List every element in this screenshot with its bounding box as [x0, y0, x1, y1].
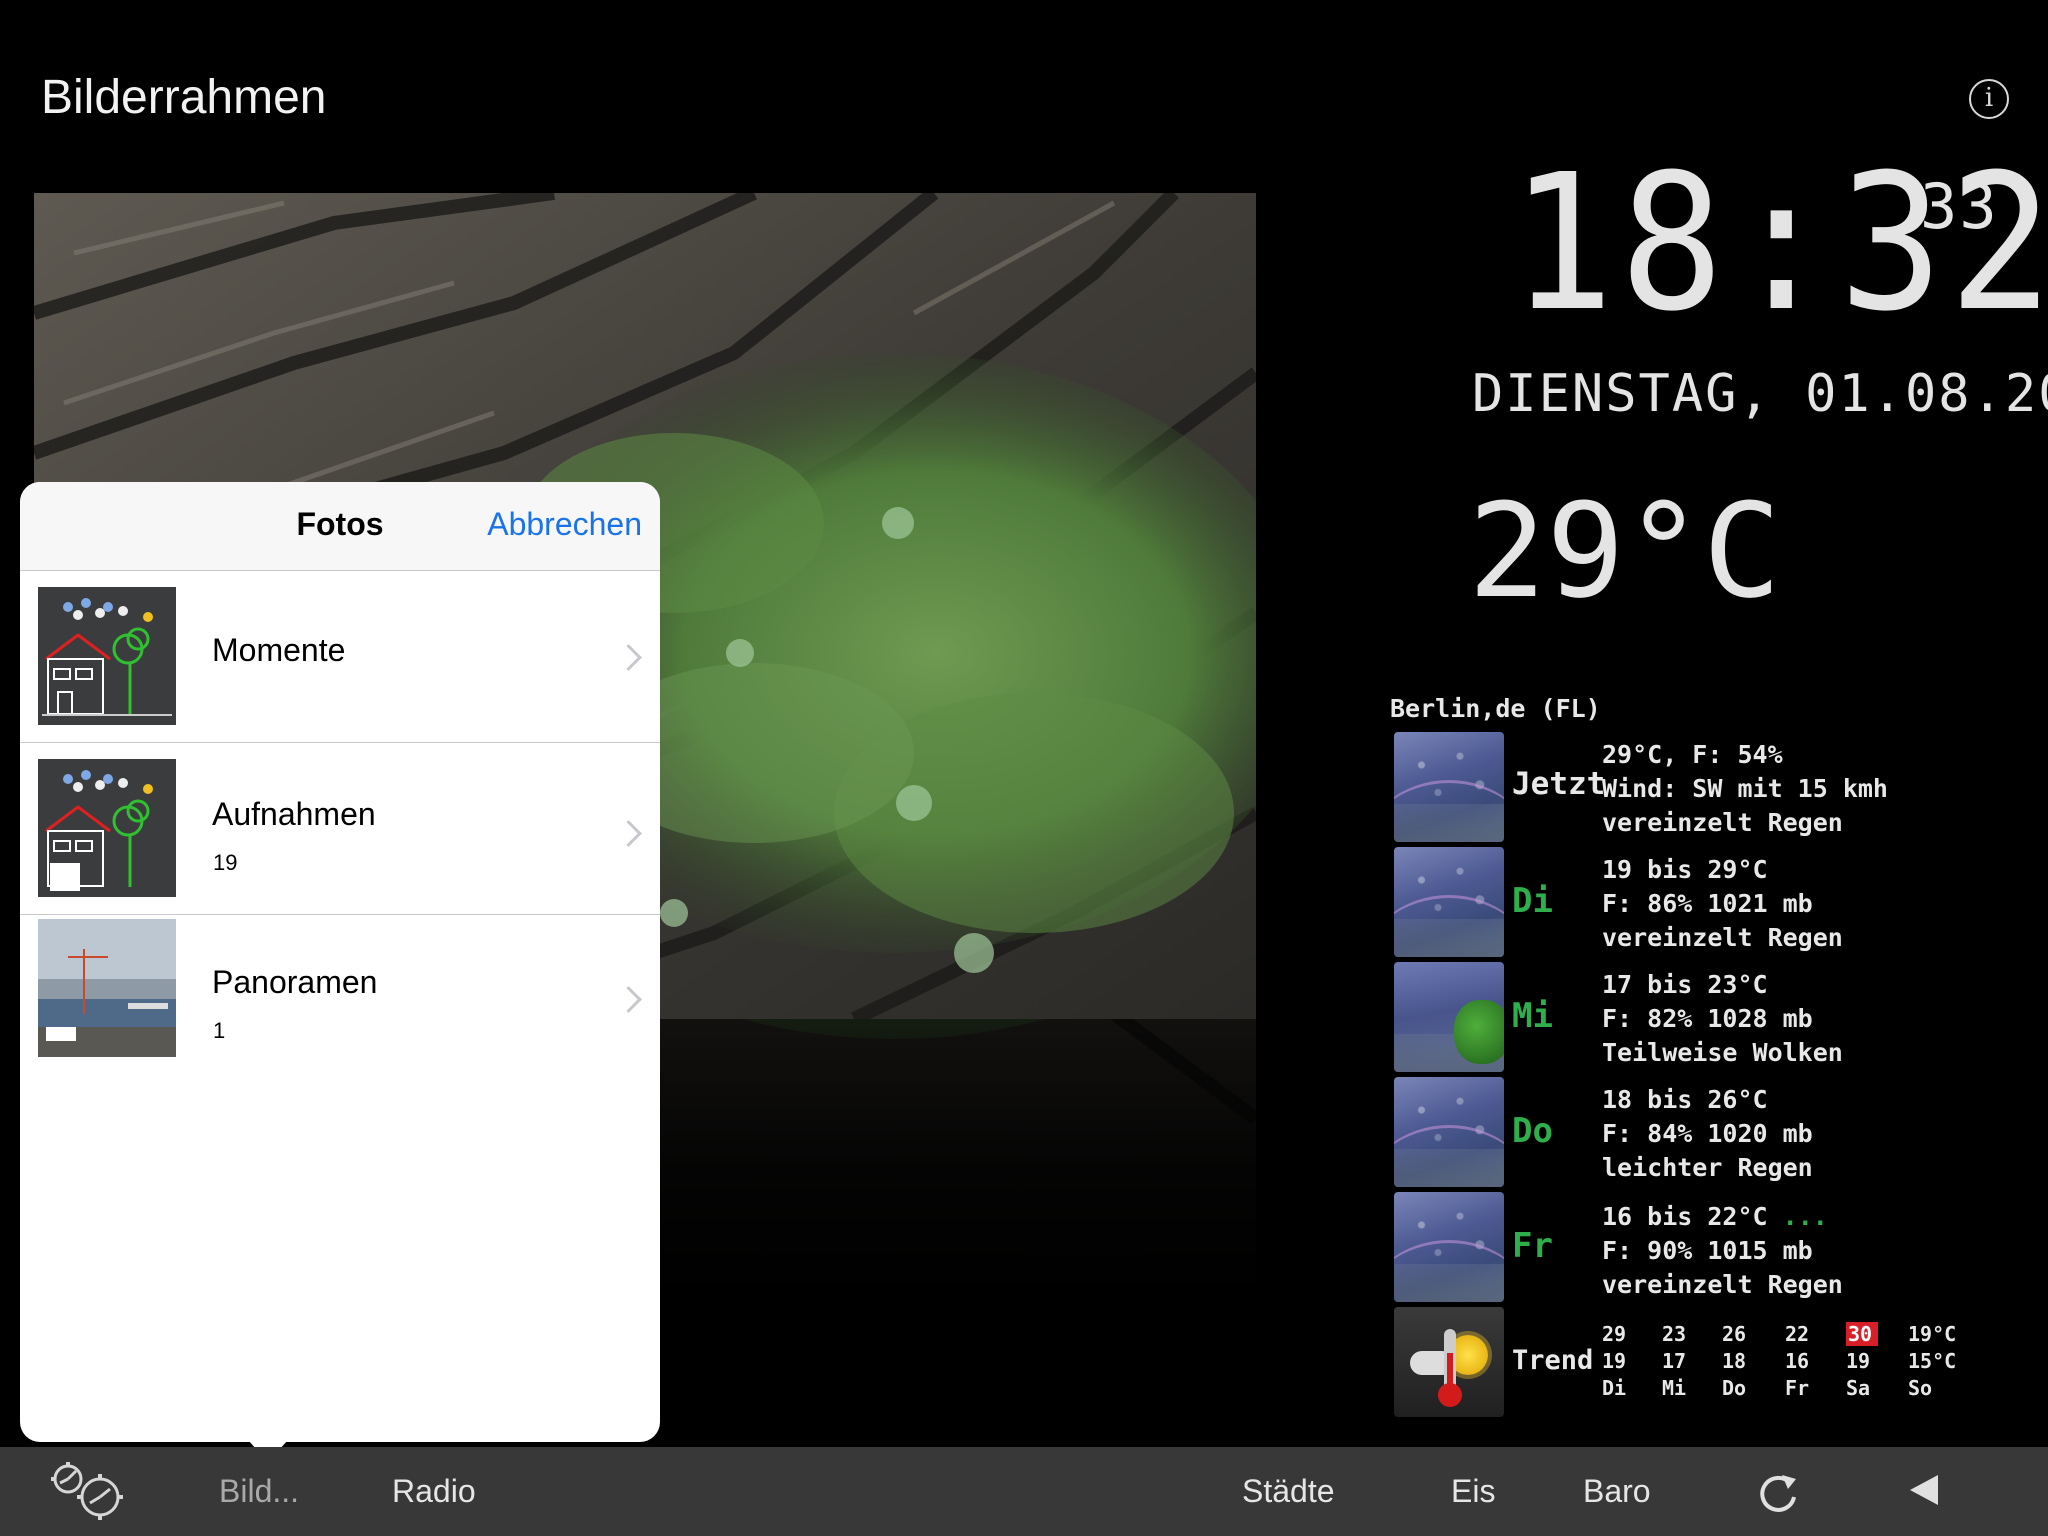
rain-icon — [1394, 847, 1504, 957]
weather-row-day: Di 19 bis 29°C F: 86% 1021 mb vereinzelt R… — [1394, 847, 2024, 959]
album-row-panoramas[interactable]: Panoramen 1 — [20, 914, 660, 1086]
trend-column: 19°C 15°C So — [1908, 1322, 1957, 1400]
chevron-right-icon — [615, 644, 642, 671]
trend-label: Trend — [1512, 1345, 1594, 1376]
weather-row-now: Jetzt 29°C, F: 54% Wind: SW mit 15 kmh ver… — [1394, 732, 2024, 844]
photos-popover: Fotos Abbrechen Momente Aufnahmen 19 Pan… — [20, 482, 660, 1442]
tab-barometer[interactable]: Baro — [1583, 1473, 1651, 1510]
album-row-captures[interactable]: Aufnahmen 19 — [20, 742, 660, 915]
app-title: Bilderrahmen — [41, 71, 327, 124]
weather-row-day: Fr 16 bis 22°C ... F: 90% 1015 mb vereinz… — [1394, 1192, 2024, 1304]
weather-row-day: Do 18 bis 26°C F: 84% 1020 mb leichter Reg… — [1394, 1077, 2024, 1189]
info-icon[interactable]: i — [1969, 79, 2009, 119]
tab-ice[interactable]: Eis — [1451, 1473, 1495, 1510]
bottom-toolbar: Bild... Radio Städte Eis Baro — [0, 1447, 2048, 1536]
trend-column: 29 19 Di — [1602, 1322, 1627, 1400]
trend-max-highlight: 30 — [1846, 1322, 1879, 1346]
date-display: DIENSTAG, 01.08.2017 — [1472, 364, 2048, 424]
album-count: 1 — [213, 1018, 226, 1043]
album-thumbnail — [38, 587, 176, 725]
thermometer-sun-icon — [1394, 1307, 1504, 1417]
clock-seconds: 33 — [1920, 170, 1999, 243]
triangle-left-icon[interactable] — [1908, 1473, 1942, 1512]
weather-day-label: Do — [1512, 1111, 1553, 1151]
trend-column: 26 18 Do — [1722, 1322, 1747, 1400]
rain-icon — [1394, 732, 1504, 842]
trend-column: 22 16 Fr — [1785, 1322, 1810, 1400]
weather-details: 29°C, F: 54% Wind: SW mit 15 kmh vereinzel… — [1602, 740, 1888, 837]
weather-day-label: Fr — [1512, 1226, 1553, 1266]
weather-location: Berlin,de (FL) — [1390, 694, 1601, 723]
album-thumbnail — [38, 759, 176, 897]
gears-icon[interactable] — [46, 1459, 130, 1528]
weather-day-label: Di — [1512, 881, 1553, 921]
weather-day-label: Mi — [1512, 996, 1553, 1036]
album-name: Momente — [212, 632, 346, 668]
album-count: 19 — [213, 850, 238, 875]
current-temperature: 29°C — [1468, 475, 1782, 627]
weather-label: Jetzt — [1512, 766, 1606, 802]
weather-details: 18 bis 26°C F: 84% 1020 mb leichter Regen — [1602, 1085, 1813, 1182]
weather-details: 17 bis 23°C F: 82% 1028 mb Teilweise Wolke… — [1602, 970, 1843, 1067]
weather-row-day: Mi 17 bis 23°C F: 82% 1028 mb Teilweise Wo… — [1394, 962, 2024, 1074]
album-name: Aufnahmen — [212, 796, 376, 832]
album-row-moments[interactable]: Momente — [20, 570, 660, 743]
album-name: Panoramen — [212, 964, 378, 1000]
weather-trend-row: Trend 29 19 Di 23 17 Mi 26 18 Do 22 16 Fr 30 19 Sa… — [1394, 1307, 2024, 1419]
tab-radio[interactable]: Radio — [392, 1473, 476, 1510]
trend-column: 23 17 Mi — [1662, 1322, 1687, 1400]
partly-cloudy-icon — [1394, 962, 1504, 1072]
rain-icon — [1394, 1192, 1504, 1302]
cancel-button[interactable]: Abbrechen — [487, 506, 642, 543]
rain-icon — [1394, 1077, 1504, 1187]
refresh-icon[interactable] — [1756, 1469, 1800, 1520]
more-indicator: ... — [1782, 1202, 1828, 1231]
trend-column: 30 19 Sa — [1846, 1321, 1910, 1402]
tab-cities[interactable]: Städte — [1242, 1473, 1335, 1510]
chevron-right-icon — [615, 986, 642, 1013]
weather-details: 19 bis 29°C F: 86% 1021 mb vereinzelt Rege… — [1602, 855, 1843, 952]
chevron-right-icon — [615, 820, 642, 847]
tab-pictures[interactable]: Bild... — [219, 1473, 299, 1510]
popover-header: Fotos Abbrechen — [20, 482, 660, 571]
weather-details: 16 bis 22°C ... F: 90% 1015 mb vereinzelt… — [1602, 1202, 1843, 1299]
album-thumbnail — [38, 919, 176, 1057]
